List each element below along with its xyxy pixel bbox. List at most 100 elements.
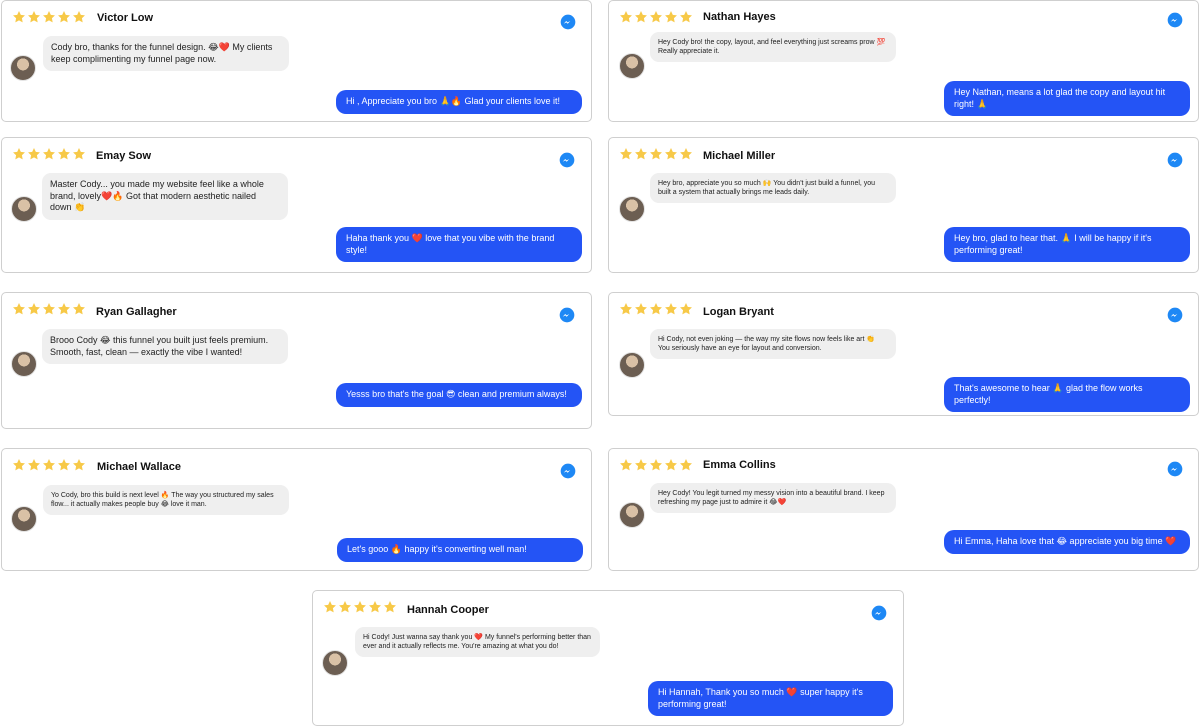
reviewer-name: Michael Wallace	[97, 461, 181, 473]
reply-message: Hey bro, glad to hear that. 🙏 I will be …	[944, 227, 1190, 263]
reply-message: Hi Hannah, Thank you so much ❤️ super ha…	[648, 681, 893, 717]
star-icon	[619, 458, 633, 472]
reviewer-name: Victor Low	[97, 12, 154, 24]
incoming-message: Brooo Cody 😂 this funnel you built just …	[42, 329, 288, 365]
star-icon	[42, 147, 56, 161]
star-icon	[679, 302, 693, 316]
reviewer-name: Logan Bryant	[703, 306, 774, 318]
reply-message: Haha thank you ❤️ love that you vibe wit…	[336, 227, 582, 263]
star-icon	[12, 10, 26, 24]
reviewer-name: Hannah Cooper	[407, 604, 489, 616]
avatar	[11, 351, 37, 377]
reviewer-name: Nathan Hayes	[703, 11, 776, 23]
incoming-message: Hey bro, appreciate you so much 🙌 You di…	[650, 173, 896, 204]
star-icon	[353, 600, 367, 614]
incoming-message: Hi Cody! Just wanna say thank you ❤️ My …	[355, 627, 600, 658]
review-card: Hannah Cooper Hi Cody! Just wanna say th…	[312, 590, 904, 726]
reply-message: That's awesome to hear 🙏 glad the flow w…	[944, 377, 1190, 413]
messenger-icon	[559, 152, 575, 168]
star-icon	[72, 147, 86, 161]
star-icon	[649, 147, 663, 161]
star-icon	[27, 10, 41, 24]
reply-message: Hi , Appreciate you bro 🙏🔥 Glad your cli…	[336, 90, 582, 114]
messenger-icon	[1167, 152, 1183, 168]
star-rating	[12, 458, 86, 472]
reviewer-name: Emma Collins	[703, 459, 776, 471]
incoming-message: Hey Cody! You legit turned my messy visi…	[650, 483, 896, 514]
avatar	[11, 196, 37, 222]
star-icon	[619, 147, 633, 161]
messenger-icon	[1167, 461, 1183, 477]
star-icon	[57, 10, 71, 24]
review-card: Victor Low Cody bro, thanks for the funn…	[1, 0, 592, 122]
star-rating	[12, 147, 86, 161]
star-icon	[323, 600, 337, 614]
star-icon	[368, 600, 382, 614]
star-icon	[664, 10, 678, 24]
star-rating	[619, 10, 693, 24]
avatar	[322, 650, 348, 676]
review-card: Michael Miller Hey bro, appreciate you s…	[608, 137, 1199, 273]
review-card: Michael Wallace Yo Cody, bro this build …	[1, 448, 592, 571]
star-icon	[619, 302, 633, 316]
star-icon	[42, 10, 56, 24]
messenger-icon	[1167, 307, 1183, 323]
avatar	[10, 55, 36, 81]
incoming-message: Master Cody... you made my website feel …	[42, 173, 288, 221]
star-icon	[12, 458, 26, 472]
star-icon	[383, 600, 397, 614]
incoming-message: Yo Cody, bro this build is next level 🔥 …	[43, 485, 289, 516]
avatar	[619, 502, 645, 528]
reviewer-name: Michael Miller	[703, 150, 776, 162]
messenger-icon	[1167, 12, 1183, 28]
star-icon	[679, 147, 693, 161]
review-card: Emma Collins Hey Cody! You legit turned …	[608, 448, 1199, 571]
star-icon	[27, 458, 41, 472]
star-icon	[664, 302, 678, 316]
star-icon	[57, 302, 71, 316]
star-icon	[12, 147, 26, 161]
avatar	[619, 352, 645, 378]
star-icon	[12, 302, 26, 316]
star-rating	[323, 600, 397, 614]
star-icon	[338, 600, 352, 614]
review-card: Ryan Gallagher Brooo Cody 😂 this funnel …	[1, 292, 592, 429]
reviewer-name: Ryan Gallagher	[96, 306, 177, 318]
star-icon	[27, 302, 41, 316]
star-icon	[634, 147, 648, 161]
star-icon	[72, 458, 86, 472]
star-icon	[72, 302, 86, 316]
reviewer-name: Emay Sow	[96, 150, 152, 162]
star-icon	[619, 10, 633, 24]
star-icon	[57, 147, 71, 161]
avatar	[619, 196, 645, 222]
incoming-message: Hi Cody, not even joking — the way my si…	[650, 329, 896, 360]
star-icon	[649, 302, 663, 316]
star-icon	[649, 458, 663, 472]
messenger-icon	[871, 605, 887, 621]
avatar	[619, 53, 645, 79]
star-rating	[619, 147, 693, 161]
star-icon	[57, 458, 71, 472]
reply-message: Let's gooo 🔥 happy it's converting well …	[337, 538, 583, 562]
star-icon	[634, 10, 648, 24]
star-rating	[619, 302, 693, 316]
star-icon	[42, 302, 56, 316]
star-icon	[664, 147, 678, 161]
star-icon	[664, 458, 678, 472]
messenger-icon	[560, 14, 576, 30]
messenger-icon	[560, 463, 576, 479]
star-rating	[12, 10, 86, 24]
review-card: Logan Bryant Hi Cody, not even joking — …	[608, 292, 1199, 416]
messenger-icon	[559, 307, 575, 323]
incoming-message: Hey Cody bro! the copy, layout, and feel…	[650, 32, 896, 63]
review-card: Emay Sow Master Cody... you made my webs…	[1, 137, 592, 273]
incoming-message: Cody bro, thanks for the funnel design. …	[43, 36, 289, 72]
review-card: Nathan Hayes Hey Cody bro! the copy, lay…	[608, 0, 1199, 122]
star-icon	[72, 10, 86, 24]
avatar	[11, 506, 37, 532]
reply-message: Hey Nathan, means a lot glad the copy an…	[944, 81, 1190, 117]
star-icon	[27, 147, 41, 161]
star-icon	[679, 10, 693, 24]
reply-message: Hi Emma, Haha love that 😂 appreciate you…	[944, 530, 1190, 554]
